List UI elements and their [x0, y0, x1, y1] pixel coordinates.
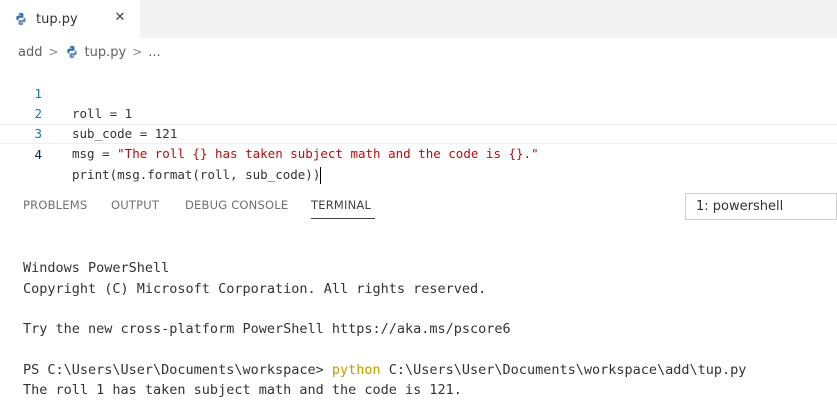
tab-debug-console[interactable]: DEBUG CONSOLE — [185, 198, 288, 212]
terminal-line: Try the new cross-platform PowerShell ht… — [23, 321, 511, 337]
tab-problems[interactable]: PROBLEMS — [23, 198, 87, 212]
code-line[interactable]: 2 sub_code = 121 — [0, 84, 837, 141]
terminal-prompt: PS C:\Users\User\Documents\workspace> — [23, 362, 332, 378]
tab-label: tup.py — [36, 11, 78, 27]
python-icon — [66, 45, 77, 59]
tab-terminal[interactable]: TERMINAL — [311, 198, 371, 212]
terminal-command: python — [331, 362, 381, 378]
terminal-line: The roll 1 has taken subject math and th… — [23, 382, 462, 398]
code-statement: print(msg.format(roll, sub_code)) — [72, 167, 321, 182]
line-number: 4 — [34, 147, 42, 162]
code-editor[interactable]: 1 roll = 1 2 sub_code = 121 3 msg = "The… — [0, 64, 837, 184]
chevron-right-icon: > — [48, 45, 59, 59]
tab-output[interactable]: OUTPUT — [111, 198, 159, 212]
terminal-command-arg: C:\Users\User\Documents\workspace\add\tu… — [380, 362, 747, 378]
code-text: msg = "The roll {} has taken subject mat… — [72, 144, 539, 164]
chevron-right-icon: > — [132, 45, 143, 59]
close-icon[interactable]: ✕ — [112, 10, 128, 26]
breadcrumb-more[interactable]: ... — [148, 45, 160, 60]
breadcrumb-file[interactable]: tup.py — [65, 44, 127, 60]
breadcrumb-file-label: tup.py — [84, 44, 127, 60]
breadcrumb: add > tup.py > ... — [0, 41, 161, 63]
string-literal: "The roll {} has taken subject math and … — [117, 146, 539, 161]
tab-tup-py[interactable]: tup.py ✕ — [0, 0, 140, 38]
terminal-command-line: PS C:\Users\User\Documents\workspace> py… — [23, 360, 746, 380]
terminal-line: Windows PowerShell — [23, 260, 170, 276]
editor-tab-bar: tup.py ✕ — [0, 0, 837, 38]
breadcrumb-folder[interactable]: add — [18, 45, 42, 60]
text-cursor — [320, 167, 322, 184]
code-prefix: msg = — [72, 146, 118, 161]
code-line-current[interactable]: 4 print(msg.format(roll, sub_code)) — [0, 124, 837, 184]
python-icon — [16, 12, 26, 26]
terminal-selector[interactable]: 1: powershell — [685, 193, 837, 220]
terminal-line: Copyright (C) Microsoft Corporation. All… — [23, 281, 487, 297]
code-text: print(msg.format(roll, sub_code)) — [72, 165, 322, 185]
active-tab-indicator — [311, 218, 375, 219]
code-line[interactable]: 3 msg = "The roll {} has taken subject m… — [0, 104, 837, 161]
code-line[interactable]: 1 roll = 1 — [0, 64, 837, 121]
